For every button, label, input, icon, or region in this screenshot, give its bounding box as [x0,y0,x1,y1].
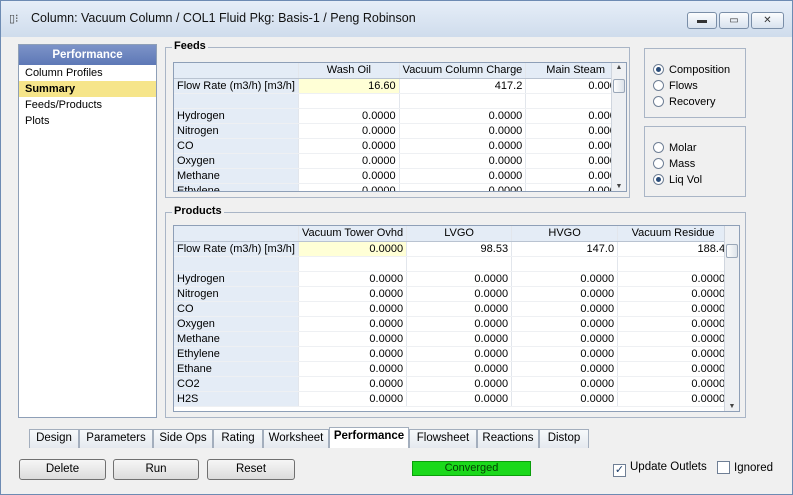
table-row: CO2 0.0000 0.0000 0.0000 0.0000 [174,376,730,392]
feeds-table: Wash Oil Vacuum Column Charge Main Steam… [174,63,626,191]
performance-page: Performance Column Profiles Summary Feed… [9,38,786,427]
column-window: ▯⁝ Column: Vacuum Column / COL1 Fluid Pk… [0,0,793,495]
checkbox-empty-icon [717,461,730,474]
tab-distop[interactable]: Distop [539,429,589,448]
radio-recovery[interactable]: Recovery [653,94,715,110]
products-column-header: Vacuum Tower Ovhd [298,226,408,242]
products-column-header: LVGO [406,226,513,242]
scroll-down-icon[interactable]: ▼ [612,183,626,190]
radio-icon [653,142,664,153]
products-group: Products Vacuum Tower Ovhd LVGO HVGO Vac… [165,205,746,418]
table-row: H2S 0.0000 0.0000 0.0000 0.0000 [174,391,730,407]
products-column-header: Vacuum Residue [617,226,730,242]
feeds-flow-row: Flow Rate (m3/h) [m3/h] 16.60 417.2 0.00… [174,78,626,94]
table-row: Oxygen 0.0000 0.0000 0.0000 [174,153,626,169]
status-badge: Converged [412,461,531,476]
products-flow-cell[interactable]: 98.53 [406,241,513,257]
table-row: Methane 0.0000 0.0000 0.0000 [174,168,626,184]
products-column-header: HVGO [511,226,619,242]
window-title: Column: Vacuum Column / COL1 Fluid Pkg: … [31,11,416,25]
products-flow-row: Flow Rate (m3/h) [m3/h] 0.0000 98.53 147… [174,241,730,257]
scroll-thumb[interactable] [726,244,738,258]
products-flow-cell[interactable]: 0.0000 [298,241,408,257]
title-bar: ▯⁝ Column: Vacuum Column / COL1 Fluid Pk… [1,1,792,37]
nav-header: Performance [19,45,156,65]
radio-icon [653,80,664,91]
table-row: Ethylene 0.0000 0.0000 0.0000 0.0000 [174,346,730,362]
feeds-column-header: Vacuum Column Charge [399,63,527,79]
basis-options-group: Composition Flows Recovery [644,48,746,118]
feeds-grid: Wash Oil Vacuum Column Charge Main Steam… [173,62,627,192]
feeds-scrollbar[interactable]: ▲ ▼ [611,63,626,191]
feeds-flow-cell[interactable]: 16.60 [298,78,400,94]
radio-liq-vol[interactable]: Liq Vol [653,172,702,188]
table-row: CO 0.0000 0.0000 0.0000 [174,138,626,154]
products-scrollbar[interactable]: ▼ [724,226,739,411]
ignored-checkbox[interactable]: Ignored [717,461,773,474]
radio-molar[interactable]: Molar [653,140,697,156]
radio-flows[interactable]: Flows [653,78,698,94]
radio-icon [653,96,664,107]
products-corner-cell [174,226,299,242]
table-row: CO 0.0000 0.0000 0.0000 0.0000 [174,301,730,317]
minimize-button[interactable]: ▬ [687,12,717,29]
maximize-button[interactable]: ▭ [719,12,749,29]
nav-item-plots[interactable]: Plots [19,113,156,129]
feeds-header-row: Wash Oil Vacuum Column Charge Main Steam [174,63,626,79]
table-row: Oxygen 0.0000 0.0000 0.0000 0.0000 [174,316,730,332]
tab-performance[interactable]: Performance [329,427,409,448]
nav-item-column-profiles[interactable]: Column Profiles [19,65,156,81]
nav-item-feeds-products[interactable]: Feeds/Products [19,97,156,113]
feeds-label: Feeds [172,40,208,52]
scroll-up-icon[interactable]: ▲ [612,64,626,71]
tab-design[interactable]: Design [29,429,79,448]
checkmark-icon: ✓ [613,464,626,477]
update-outlets-checkbox[interactable]: ✓ Update Outlets [613,461,707,477]
radio-mass[interactable]: Mass [653,156,695,172]
reset-button[interactable]: Reset [207,459,295,480]
scroll-down-icon[interactable]: ▼ [725,403,739,410]
units-options-group: Molar Mass Liq Vol [644,126,746,197]
radio-icon [653,174,664,185]
scroll-thumb[interactable] [613,79,625,93]
radio-composition[interactable]: Composition [653,62,730,78]
radio-icon [653,64,664,75]
table-row: Ethane 0.0000 0.0000 0.0000 0.0000 [174,361,730,377]
products-spacer-row [174,256,730,272]
feeds-spacer-row [174,93,626,109]
feeds-group: Feeds Wash Oil Vacuum Column Charge Main… [165,40,630,198]
tab-rating[interactable]: Rating [213,429,263,448]
tab-worksheet[interactable]: Worksheet [263,429,329,448]
products-label: Products [172,205,224,217]
radio-icon [653,158,664,169]
products-flow-cell[interactable]: 188.4 [617,241,730,257]
feeds-corner-cell [174,63,299,79]
table-row: Methane 0.0000 0.0000 0.0000 0.0000 [174,331,730,347]
column-icon: ▯⁝ [9,13,19,25]
close-button[interactable]: ✕ [751,12,784,29]
products-header-row: Vacuum Tower Ovhd LVGO HVGO Vacuum Resid… [174,226,730,242]
tab-parameters[interactable]: Parameters [79,429,153,448]
tab-side-ops[interactable]: Side Ops [153,429,213,448]
tab-flowsheet[interactable]: Flowsheet [409,429,477,448]
feeds-flow-label: Flow Rate (m3/h) [m3/h] [174,78,299,94]
products-table: Vacuum Tower Ovhd LVGO HVGO Vacuum Resid… [174,226,730,407]
products-grid: Vacuum Tower Ovhd LVGO HVGO Vacuum Resid… [173,225,740,412]
feeds-flow-cell[interactable]: 417.2 [399,78,527,94]
products-flow-cell[interactable]: 147.0 [511,241,619,257]
nav-item-summary[interactable]: Summary [19,81,156,97]
feeds-column-header: Wash Oil [298,63,400,79]
delete-button[interactable]: Delete [19,459,106,480]
table-row: Hydrogen 0.0000 0.0000 0.0000 [174,108,626,124]
tab-reactions[interactable]: Reactions [477,429,539,448]
performance-nav: Performance Column Profiles Summary Feed… [18,44,157,418]
run-button[interactable]: Run [113,459,199,480]
table-row: Nitrogen 0.0000 0.0000 0.0000 [174,123,626,139]
table-row: Ethylene 0.0000 0.0000 0.0000 [174,183,626,191]
table-row: Hydrogen 0.0000 0.0000 0.0000 0.0000 [174,271,730,287]
table-row: Nitrogen 0.0000 0.0000 0.0000 0.0000 [174,286,730,302]
tab-bar: Design Parameters Side Ops Rating Worksh… [9,427,786,449]
products-flow-label: Flow Rate (m3/h) [m3/h] [174,241,299,257]
